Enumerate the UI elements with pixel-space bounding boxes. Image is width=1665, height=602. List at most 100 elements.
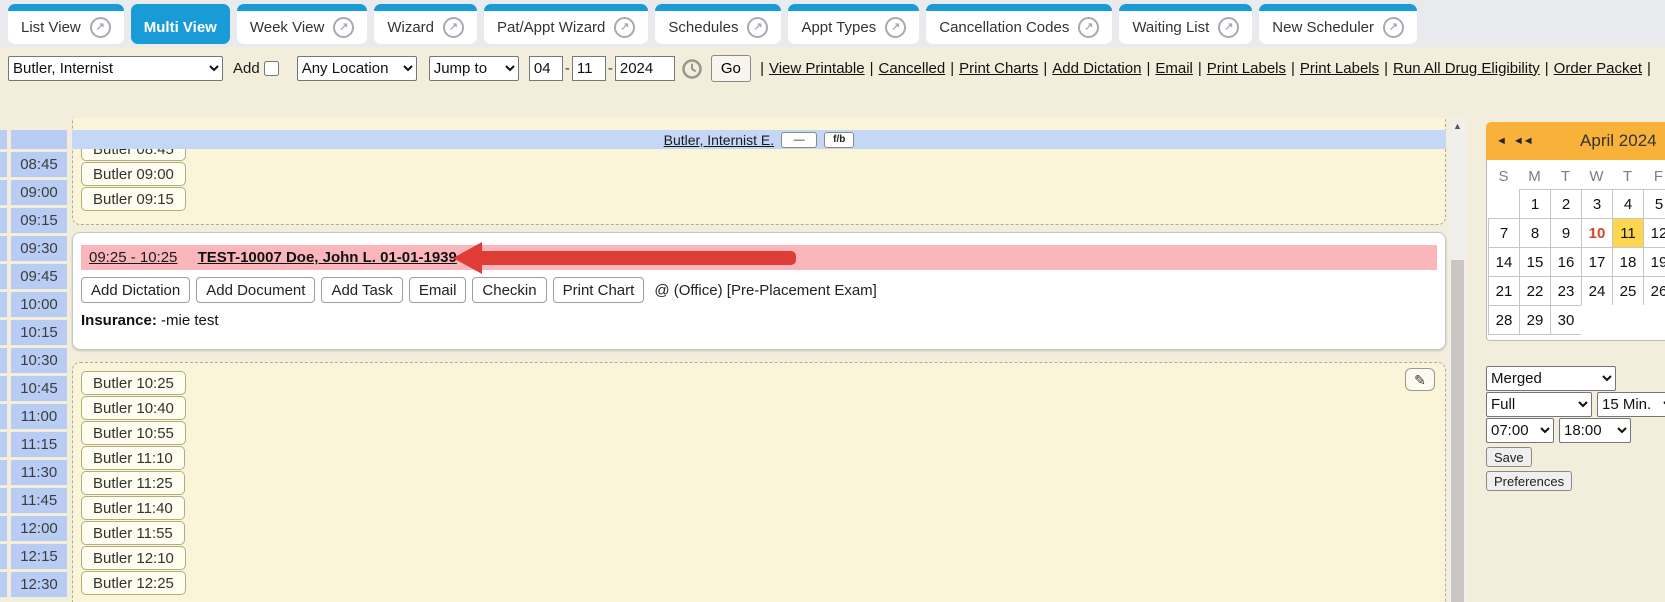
location-select[interactable]: Any Location	[297, 56, 417, 81]
tab-appt-types[interactable]: Appt Types↗	[788, 4, 919, 44]
link-order-packet[interactable]: Order Packet	[1554, 60, 1642, 77]
external-link-icon[interactable]: ↗	[1218, 17, 1239, 38]
interval-select[interactable]: 15 Min.	[1597, 392, 1665, 417]
scrollbar-thumb[interactable]	[1451, 260, 1464, 602]
add-checkbox[interactable]	[264, 61, 279, 76]
appointment-time-link[interactable]: 09:25 - 10:25	[89, 249, 177, 266]
go-button[interactable]: Go	[711, 55, 751, 82]
external-link-icon[interactable]: ↗	[333, 17, 354, 38]
date-month-input[interactable]	[529, 56, 563, 81]
calendar-day-16[interactable]: 16	[1550, 247, 1582, 277]
slot-butler-10-55[interactable]: Butler 10:55	[81, 421, 186, 445]
tab-wizard[interactable]: Wizard↗	[374, 4, 477, 44]
link-print-labels[interactable]: Print Labels	[1300, 60, 1379, 77]
calendar-day-10[interactable]: 10	[1581, 218, 1613, 248]
slot-butler-09-15[interactable]: Butler 09:15	[81, 187, 186, 211]
tab-new-scheduler[interactable]: New Scheduler↗	[1259, 4, 1417, 44]
slot-butler-11-25[interactable]: Butler 11:25	[81, 471, 185, 495]
calendar-day-2[interactable]: 2	[1550, 189, 1582, 219]
slot-butler-09-00[interactable]: Butler 09:00	[81, 162, 186, 186]
save-button[interactable]: Save	[1486, 447, 1532, 467]
end-time-select[interactable]: 18:00	[1559, 418, 1631, 443]
slot-butler-10-25[interactable]: Butler 10:25	[81, 371, 186, 395]
vertical-scrollbar[interactable]: ▲	[1449, 118, 1466, 602]
calendar-day-1[interactable]: 1	[1519, 189, 1551, 219]
calendar-day-30[interactable]: 30	[1550, 305, 1582, 335]
calendar-day-15[interactable]: 15	[1519, 247, 1551, 277]
edit-icon[interactable]: ✎	[1405, 368, 1435, 391]
link-separator: |	[1647, 60, 1651, 77]
add-document-button[interactable]: Add Document	[196, 277, 315, 303]
checkin-button[interactable]: Checkin	[472, 277, 546, 303]
slot-butler-12-10[interactable]: Butler 12:10	[81, 546, 186, 570]
provider-header-link[interactable]: Butler, Internist E.	[664, 132, 775, 148]
tab-pat-appt-wizard[interactable]: Pat/Appt Wizard↗	[484, 4, 648, 44]
slot-butler-11-55[interactable]: Butler 11:55	[81, 521, 185, 545]
calendar-day-18[interactable]: 18	[1612, 247, 1644, 277]
calendar-day-25[interactable]: 25	[1612, 276, 1644, 306]
calendar-day-23[interactable]: 23	[1550, 276, 1582, 306]
fb-button[interactable]: f/b	[824, 132, 854, 148]
external-link-icon[interactable]: ↗	[443, 17, 464, 38]
tab-schedules[interactable]: Schedules↗	[655, 4, 781, 44]
print-chart-button[interactable]: Print Chart	[553, 277, 645, 303]
calendar-day-5[interactable]: 5	[1643, 189, 1665, 219]
size-select[interactable]: Full	[1486, 392, 1592, 417]
calendar-day-14[interactable]: 14	[1488, 247, 1520, 277]
calendar-day-26[interactable]: 26	[1643, 276, 1665, 306]
calendar-day-11[interactable]: 11	[1612, 218, 1644, 248]
calendar-day-12[interactable]: 12	[1643, 218, 1665, 248]
date-year-input[interactable]	[615, 56, 675, 81]
add-task-button[interactable]: Add Task	[321, 277, 402, 303]
preferences-button[interactable]: Preferences	[1486, 471, 1572, 491]
scroll-up-icon[interactable]: ▲	[1449, 118, 1466, 134]
external-link-icon[interactable]: ↗	[885, 17, 906, 38]
link-cancelled[interactable]: Cancelled	[879, 60, 946, 77]
slot-butler-12-25[interactable]: Butler 12:25	[81, 571, 186, 595]
slot-butler-11-10[interactable]: Butler 11:10	[81, 446, 185, 470]
slot-butler-11-40[interactable]: Butler 11:40	[81, 496, 185, 520]
calendar-day-9[interactable]: 9	[1550, 218, 1582, 248]
view-mode-select[interactable]: Merged	[1486, 366, 1616, 391]
time-strip-segment	[0, 236, 7, 261]
calendar-day-3[interactable]: 3	[1581, 189, 1613, 219]
calendar-day-19[interactable]: 19	[1643, 247, 1665, 277]
external-link-icon[interactable]: ↗	[747, 17, 768, 38]
tab-week-view[interactable]: Week View↗	[237, 4, 367, 44]
link-add-dictation[interactable]: Add Dictation	[1052, 60, 1141, 77]
calendar-day-4[interactable]: 4	[1612, 189, 1644, 219]
link-view-printable[interactable]: View Printable	[769, 60, 865, 77]
calendar-day-28[interactable]: 28	[1488, 305, 1520, 335]
calendar-day-22[interactable]: 22	[1519, 276, 1551, 306]
tab-waiting-list[interactable]: Waiting List↗	[1119, 4, 1252, 44]
add-dictation-button[interactable]: Add Dictation	[81, 277, 190, 303]
external-link-icon[interactable]: ↗	[1383, 17, 1404, 38]
prev-year-icon[interactable]: ◄◄	[1513, 135, 1533, 147]
link-print-labels[interactable]: Print Labels	[1207, 60, 1286, 77]
link-email[interactable]: Email	[1155, 60, 1193, 77]
date-day-input[interactable]	[572, 56, 606, 81]
start-time-select[interactable]: 07:00	[1486, 418, 1554, 443]
jump-to-select[interactable]: Jump to	[429, 56, 519, 81]
external-link-icon[interactable]: ↗	[614, 17, 635, 38]
appointment-patient-link[interactable]: TEST-10007 Doe, John L. 01-01-1939	[198, 249, 457, 266]
tab-cancellation-codes[interactable]: Cancellation Codes↗	[926, 4, 1112, 44]
calendar-day-29[interactable]: 29	[1519, 305, 1551, 335]
tab-multi-view[interactable]: Multi View	[131, 4, 230, 44]
external-link-icon[interactable]: ↗	[90, 17, 111, 38]
calendar-day-21[interactable]: 21	[1488, 276, 1520, 306]
link-run-all-drug-eligibility[interactable]: Run All Drug Eligibility	[1393, 60, 1540, 77]
calendar-day-24[interactable]: 24	[1581, 276, 1613, 306]
minimize-button[interactable]: —	[781, 132, 817, 148]
link-print-charts[interactable]: Print Charts	[959, 60, 1038, 77]
calendar-day-8[interactable]: 8	[1519, 218, 1551, 248]
calendar-day-17[interactable]: 17	[1581, 247, 1613, 277]
email-button[interactable]: Email	[409, 277, 467, 303]
provider-select[interactable]: Butler, Internist	[8, 56, 223, 81]
tab-list-view[interactable]: List View↗	[8, 4, 124, 44]
calendar-day-7[interactable]: 7	[1488, 218, 1520, 248]
external-link-icon[interactable]: ↗	[1078, 17, 1099, 38]
clock-icon[interactable]	[681, 58, 703, 80]
slot-butler-10-40[interactable]: Butler 10:40	[81, 396, 186, 420]
prev-month-icon[interactable]: ◄	[1496, 135, 1506, 147]
